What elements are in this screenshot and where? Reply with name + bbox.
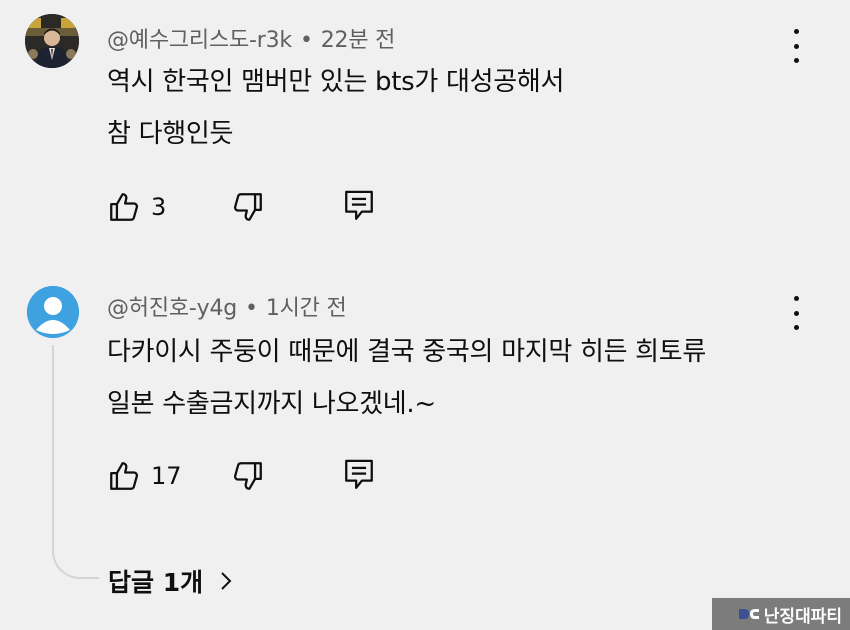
watermark: 난징대파티 xyxy=(712,598,850,630)
reply-button[interactable] xyxy=(343,458,375,492)
comment-line: 다카이시 주둥이 때문에 결국 중국의 마지막 히든 희토류 xyxy=(107,337,707,367)
chevron-right-icon xyxy=(221,572,232,590)
comment-line: 역시 한국인 맴버만 있는 bts가 대성공해서 xyxy=(107,67,565,97)
meta-separator: • xyxy=(245,296,258,321)
more-vert-icon[interactable] xyxy=(786,29,806,63)
dislike-button[interactable] xyxy=(231,190,265,224)
dislike-button[interactable] xyxy=(231,459,265,493)
like-button[interactable]: 3 xyxy=(107,190,166,224)
reply-button[interactable] xyxy=(343,189,375,223)
thread-connector xyxy=(52,345,99,579)
meta-separator: • xyxy=(299,28,313,53)
thumbs-up-icon xyxy=(110,193,139,221)
thumbs-up-icon xyxy=(110,462,139,490)
view-replies-button[interactable]: 답글 1개 xyxy=(108,563,233,599)
avatar[interactable] xyxy=(27,286,79,338)
comment-author[interactable]: @허진호-y4g xyxy=(107,296,237,321)
comment-meta: @예수그리스도-r3k • 22분 전 xyxy=(107,22,395,54)
comment-author[interactable]: @예수그리스도-r3k xyxy=(107,28,292,53)
avatar[interactable] xyxy=(25,14,79,68)
comment-time: 1시간 전 xyxy=(265,296,347,321)
like-count: 17 xyxy=(151,462,182,490)
thumbs-down-icon xyxy=(233,462,262,490)
watermark-logo-icon xyxy=(738,609,759,619)
comment-line: 참 다행인듯 xyxy=(107,119,234,149)
comment-time: 22분 전 xyxy=(320,28,396,53)
comment-meta: @허진호-y4g • 1시간 전 xyxy=(107,290,347,322)
reply-comment-icon xyxy=(345,190,373,220)
like-count: 3 xyxy=(151,193,167,221)
watermark-text: 난징대파티 xyxy=(763,606,842,627)
thumbs-down-icon xyxy=(233,193,262,221)
replies-label: 답글 1개 xyxy=(108,568,204,597)
more-vert-icon[interactable] xyxy=(786,296,806,330)
like-button[interactable]: 17 xyxy=(107,459,182,493)
comment-line: 일본 수출금지까지 나오겠네.~ xyxy=(107,389,436,419)
reply-comment-icon xyxy=(345,459,373,489)
